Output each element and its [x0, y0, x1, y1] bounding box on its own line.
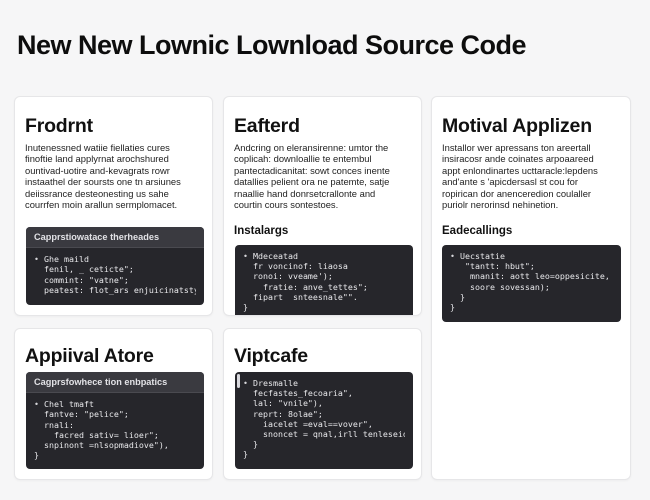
- code-body: • Mdeceatad fr voncinof: liaosa ronoi: v…: [235, 245, 413, 315]
- code-block-motival[interactable]: • Uecstatie "tantt: hbut"; mnanit: aott …: [442, 245, 621, 322]
- code-line: • Chel tmaft: [34, 399, 94, 410]
- card-frontend-title: Frodrnt: [25, 115, 93, 137]
- code-line: ronoi: vveame');: [243, 271, 333, 282]
- code-body: • Ghe maild fenil, _ ceticte"; commint: …: [26, 248, 204, 301]
- code-line: facred sativ= lioer"; {: [53, 429, 159, 440]
- code-body: • Dresmalle fecfastes_fecoaria", lal: "v…: [235, 372, 413, 466]
- card-viptcafe: Viptcafe • Dresmalle fecfastes_fecoaria"…: [223, 328, 422, 480]
- code-block-header: Capprstiowatace therheades: [26, 227, 204, 249]
- code-block-after[interactable]: • Mdeceatad fr voncinof: liaosa ronoi: v…: [235, 245, 413, 315]
- code-line: • Mdeceatad: [243, 251, 298, 261]
- card-after: Eafterd Andcring on eleransirenne: umtor…: [223, 96, 422, 316]
- code-line: }: [243, 302, 248, 313]
- code-line: fipart snteesnale"".: [243, 291, 358, 302]
- card-after-description: Andcring on eleransirenne: umtor the cop…: [234, 142, 390, 211]
- code-line: soore sovessan);: [450, 281, 550, 292]
- code-line: }: [243, 439, 258, 450]
- card-frontend: Frodrnt Inutenessned watiie fiellaties c…: [14, 96, 213, 316]
- code-block-frontend[interactable]: Capprstiowatace therheades • Ghe maild f…: [26, 227, 204, 305]
- code-line: iacelet =eval==vover",: [243, 418, 373, 429]
- code-line: • Uecstatie: [450, 251, 505, 261]
- code-line: lal: "vnile"),: [243, 398, 323, 409]
- code-line: fecfastes_fecoaria",: [243, 388, 353, 399]
- code-body: • Chel tmaft fantve: "pelice"; rnali: fa…: [26, 393, 204, 466]
- code-body: • Uecstatie "tantt: hbut"; mnanit: aott …: [442, 245, 621, 318]
- code-line: commint: "vatne";: [34, 274, 129, 285]
- card-after-title: Eafterd: [234, 115, 300, 137]
- card-motival-subheading: Eadecallings: [442, 225, 513, 237]
- code-block-header: Cagprsfowhece tion enbpatics: [26, 372, 204, 394]
- code-line: }: [243, 449, 248, 460]
- code-line: • Dresmalle: [243, 378, 298, 388]
- card-approval-title: Appiival Atore: [25, 345, 154, 367]
- code-line: }: [450, 302, 455, 313]
- code-line: • Ghe maild: [34, 254, 89, 265]
- card-motival: Motival Applizen Installor wer apressans…: [431, 96, 631, 480]
- card-motival-description: Installor wer apressans ton areertall in…: [442, 142, 598, 211]
- card-after-subheading: Instalargs: [234, 225, 289, 237]
- code-line: rnali:: [34, 419, 74, 430]
- card-frontend-description: Inutenessned watiie fiellaties cures fin…: [25, 142, 181, 211]
- code-line: reprt: 8olae";: [243, 408, 323, 419]
- code-line: }: [450, 291, 465, 302]
- code-line: fantve: "pelice";: [34, 409, 129, 420]
- code-line: snoncet = qnal,irll tenleseior"(: [243, 429, 405, 440]
- scrollbar-thumb[interactable]: [237, 374, 240, 388]
- code-line: snpinont =nlsopmadiove"),: [34, 440, 169, 451]
- code-line: peatest: flot_ars enjuicinatsty.: [34, 284, 196, 295]
- code-line: "tantt: hbut";: [450, 261, 535, 272]
- card-motival-title: Motival Applizen: [442, 115, 592, 137]
- code-line: fratie: anve_tettes";: [243, 281, 368, 292]
- code-line: fenil, _ ceticte";: [34, 264, 134, 275]
- page-title: New New Lownic Lownload Source Code: [17, 30, 527, 60]
- card-approval: Appiival Atore Cagprsfowhece tion enbpat…: [14, 328, 213, 480]
- code-line: fr voncinof: liaosa: [243, 261, 348, 272]
- code-block-viptcafe[interactable]: • Dresmalle fecfastes_fecoaria", lal: "v…: [235, 372, 413, 469]
- code-block-approval[interactable]: Cagprsfowhece tion enbpatics • Chel tmaf…: [26, 372, 204, 469]
- card-viptcafe-title: Viptcafe: [234, 345, 308, 367]
- code-line: mnanit: aott leo=oppesicite,: [450, 271, 610, 282]
- code-line: }: [34, 450, 39, 461]
